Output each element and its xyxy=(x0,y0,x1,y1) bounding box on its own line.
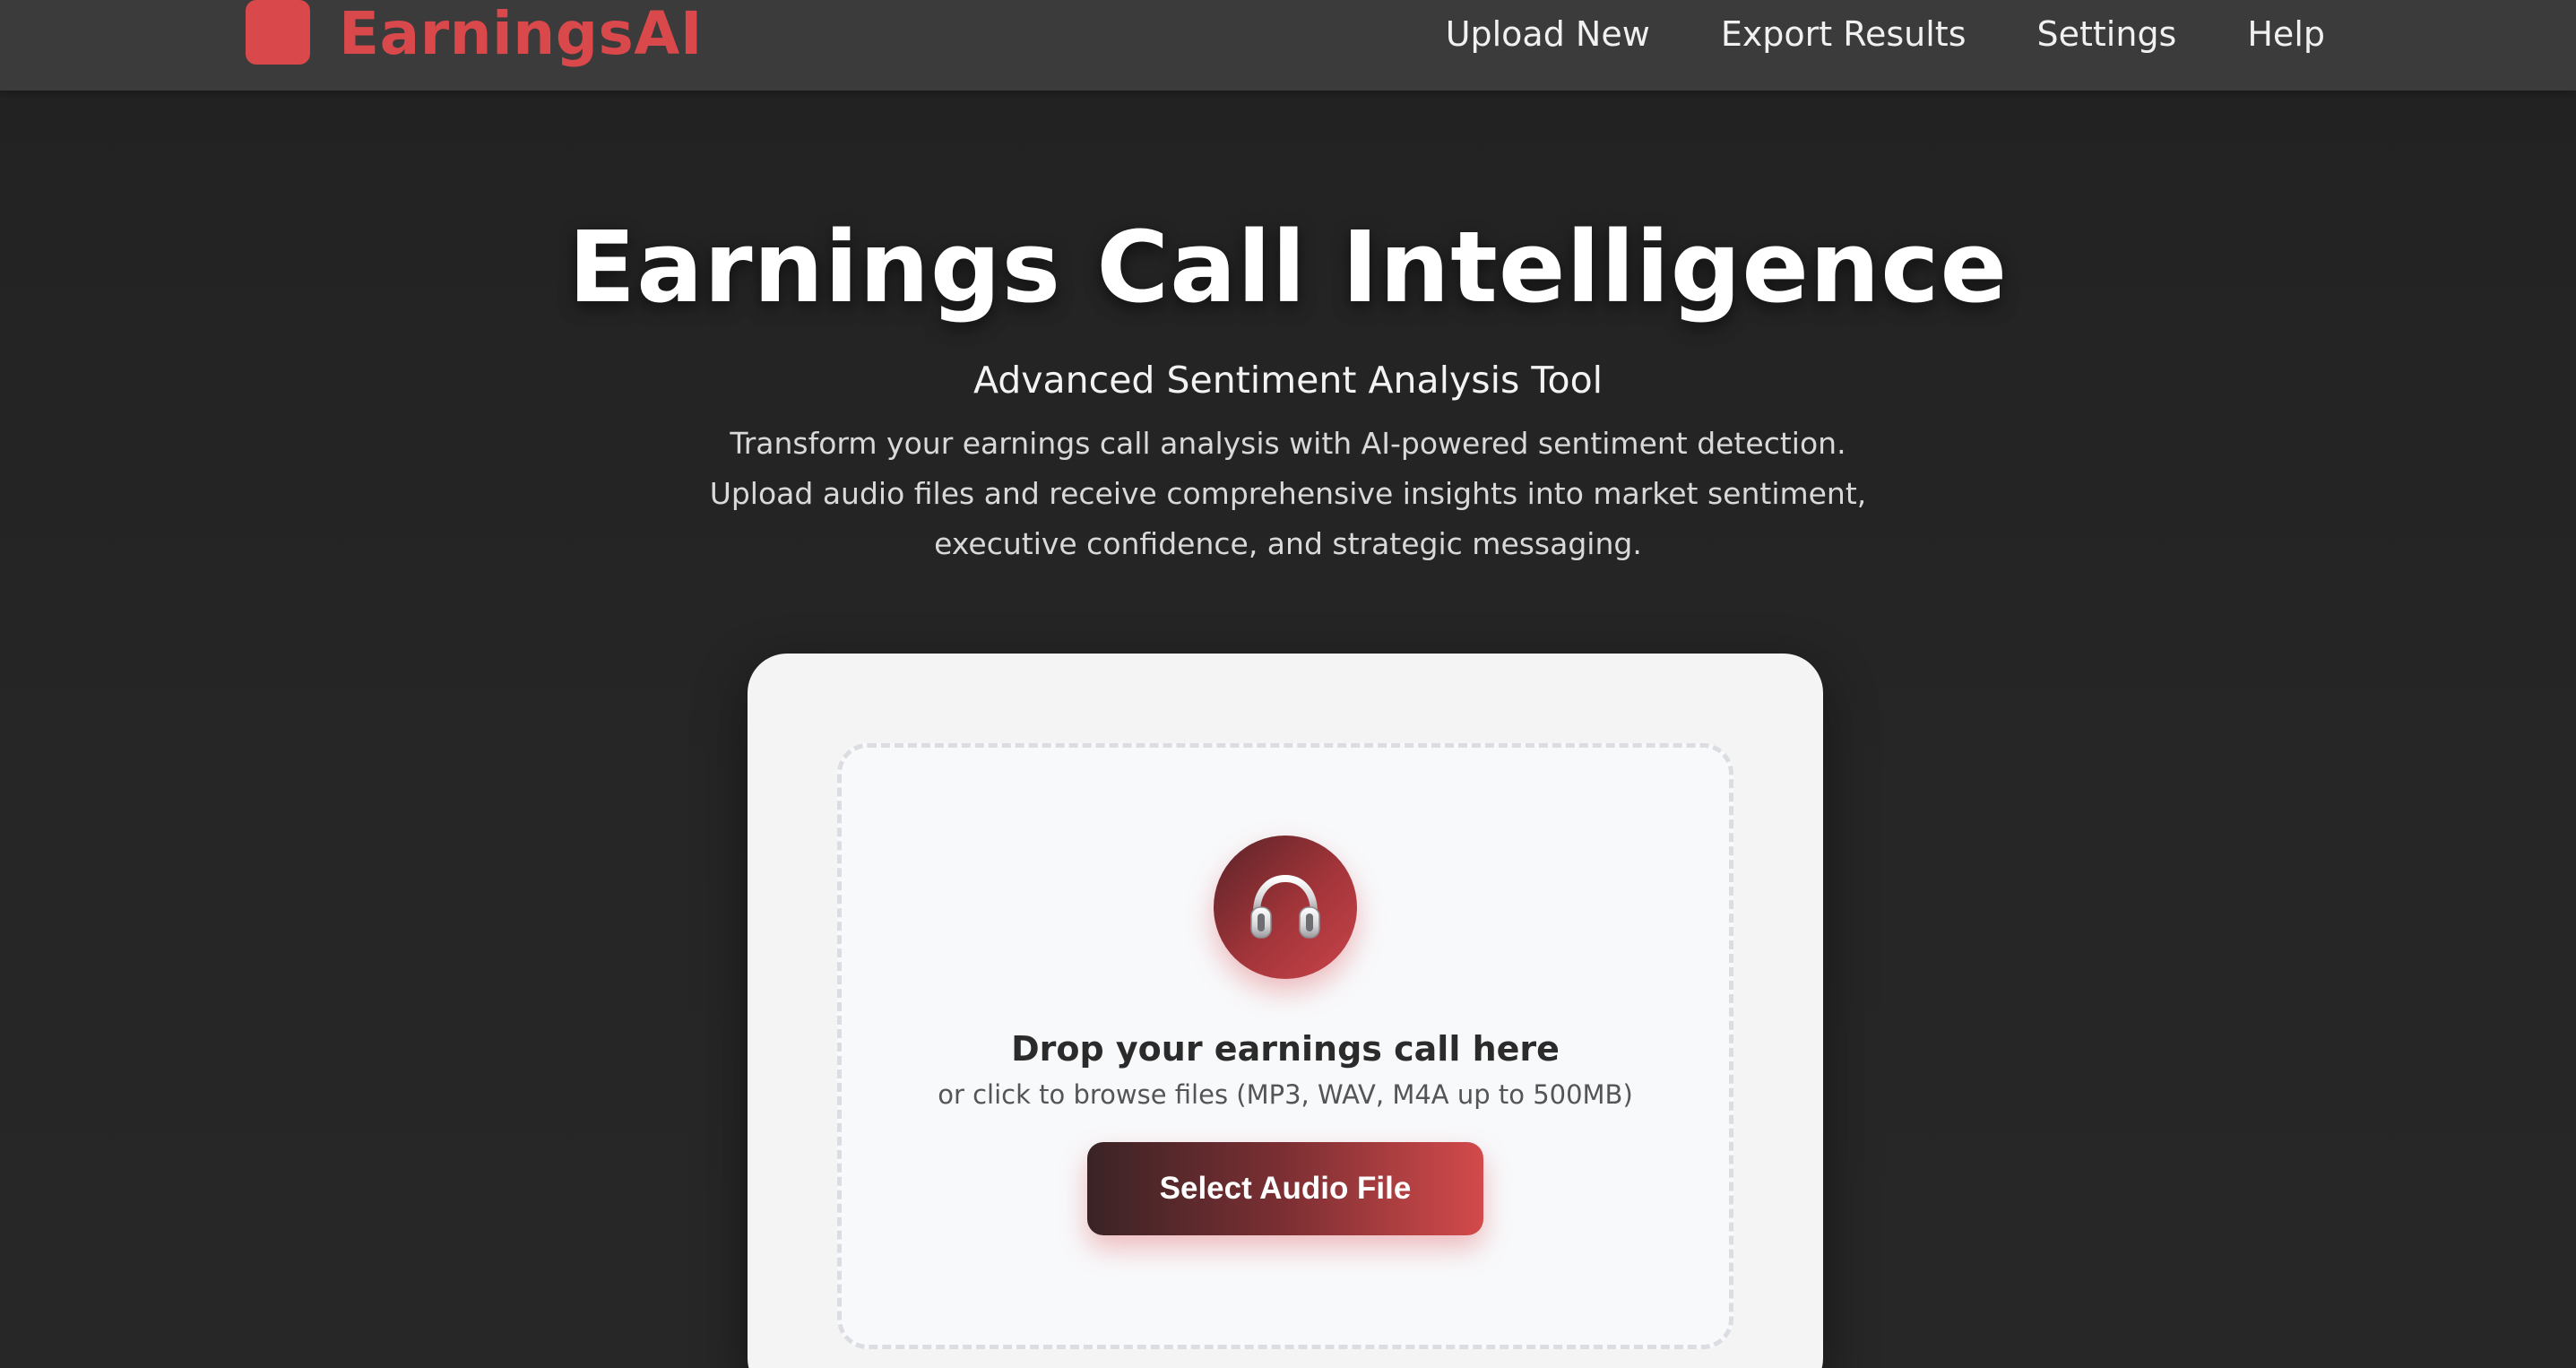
top-navigation-bar: EarningsAI Upload New Export Results Set… xyxy=(0,0,2576,91)
nav-settings[interactable]: Settings xyxy=(2037,9,2177,59)
page-description: Transform your earnings call analysis wi… xyxy=(709,426,1867,561)
main-nav: Upload New Export Results Settings Help xyxy=(1446,9,2325,59)
page-title: Earnings Call Intelligence xyxy=(567,210,2009,325)
page-subtitle: Advanced Sentiment Analysis Tool xyxy=(972,359,1604,402)
select-audio-file-button[interactable]: Select Audio File xyxy=(1087,1142,1483,1235)
brand-name[interactable]: EarningsAI xyxy=(339,2,703,66)
nav-export-results[interactable]: Export Results xyxy=(1721,9,1967,59)
upload-card: Drop your earnings call here or click to… xyxy=(748,654,1823,1368)
headphones-icon xyxy=(1214,836,1357,979)
dropzone-hint: or click to browse files (MP3, WAV, M4A … xyxy=(938,1079,1633,1110)
logo-square-icon[interactable] xyxy=(246,0,310,65)
file-dropzone[interactable]: Drop your earnings call here or click to… xyxy=(837,743,1733,1349)
nav-upload-new[interactable]: Upload New xyxy=(1446,9,1650,59)
nav-help[interactable]: Help xyxy=(2247,9,2325,59)
dropzone-title: Drop your earnings call here xyxy=(1011,1029,1560,1069)
